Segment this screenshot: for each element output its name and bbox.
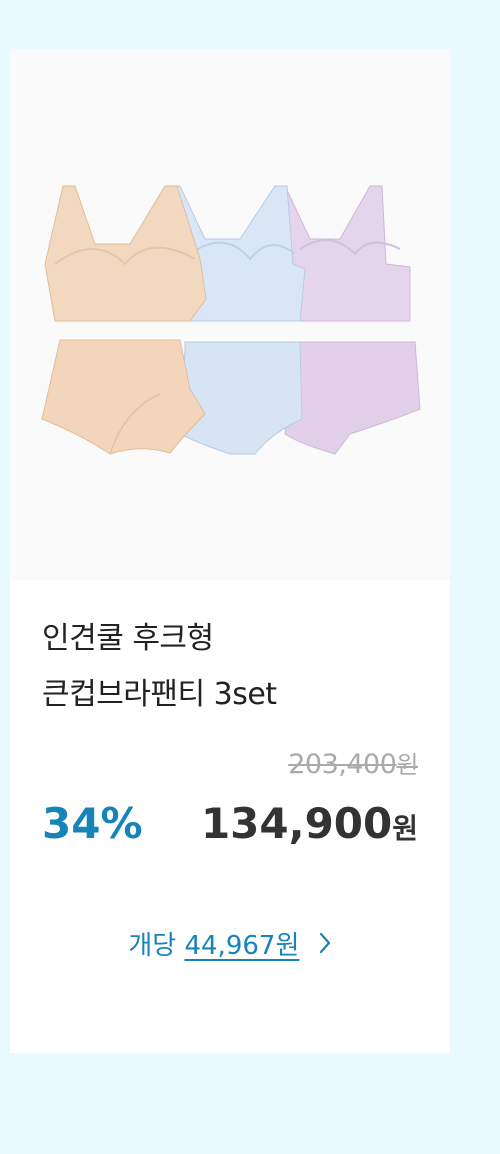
unit-price-prefix: 개당 bbox=[128, 931, 177, 961]
sale-price: 134,900원 bbox=[201, 799, 418, 848]
beige-bra bbox=[44, 185, 207, 322]
original-price-currency: 원 bbox=[396, 751, 418, 779]
sale-price-currency: 원 bbox=[392, 812, 418, 845]
product-photo-illustration bbox=[41, 185, 421, 455]
unit-price-value: 44,967원 bbox=[184, 931, 300, 961]
product-card[interactable]: 인견쿨 후크형 큰컵브라팬티 3set 203,400원 34% 134,900… bbox=[10, 49, 450, 1053]
original-price-value: 203,400 bbox=[288, 749, 397, 780]
sale-price-value: 134,900 bbox=[200, 799, 393, 848]
chevron-right-icon bbox=[318, 930, 332, 963]
discount-rate: 34% bbox=[42, 799, 143, 848]
unit-price-link[interactable]: 개당 44,967원 bbox=[10, 925, 450, 963]
beige-panty bbox=[41, 339, 206, 455]
product-title-line1: 인견쿨 후크형 bbox=[42, 621, 214, 656]
original-price: 203,400원 bbox=[288, 745, 418, 780]
product-title[interactable]: 인견쿨 후크형 큰컵브라팬티 3set bbox=[42, 611, 432, 723]
blue-panty bbox=[179, 341, 303, 455]
lavender-panty bbox=[284, 341, 421, 455]
product-image[interactable] bbox=[10, 49, 450, 580]
product-title-line2: 큰컵브라팬티 3set bbox=[42, 677, 277, 712]
